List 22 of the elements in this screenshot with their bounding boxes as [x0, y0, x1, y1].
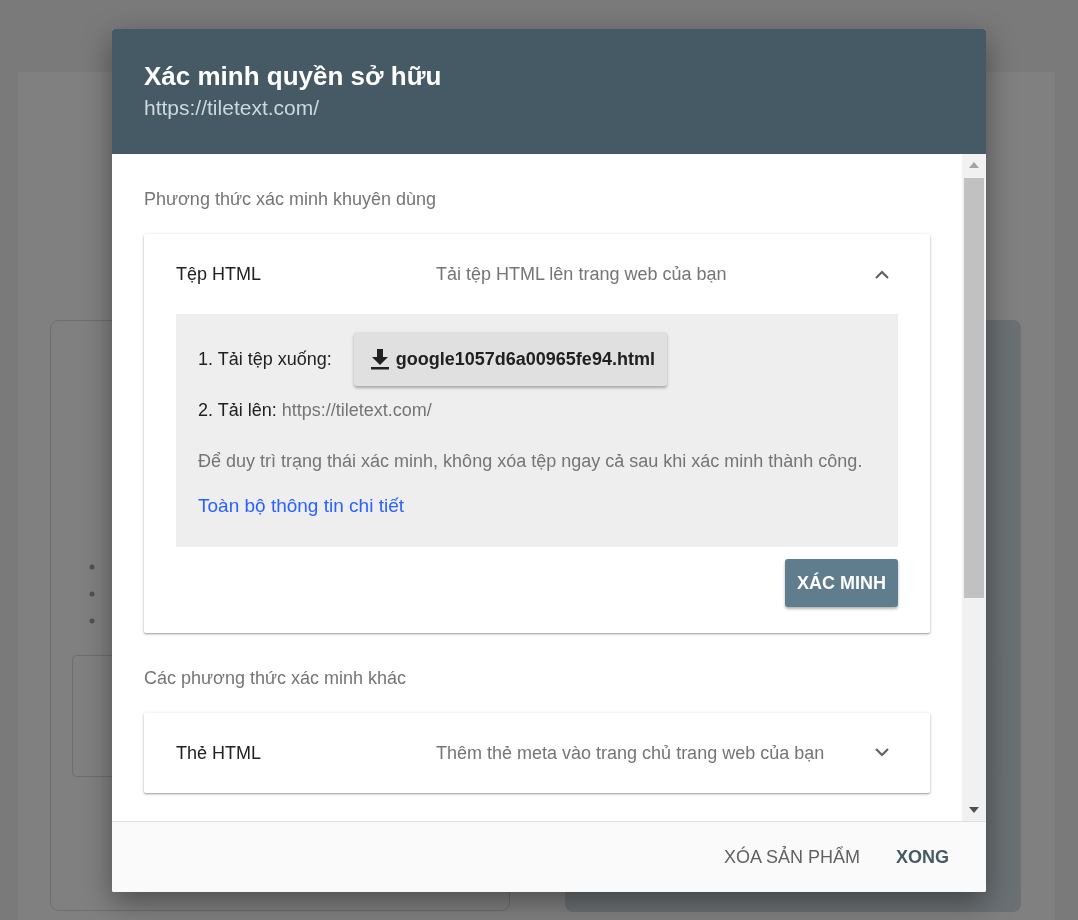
verify-button[interactable]: XÁC MINH: [785, 559, 898, 608]
scroll-down-icon[interactable]: [969, 807, 979, 814]
delete-button[interactable]: XÓA SẢN PHẨM: [708, 836, 875, 878]
section-heading: Phương thức xác minh khuyên dùng: [144, 189, 438, 211]
step-label: 2. Tải lên:: [198, 400, 277, 421]
chevron-up-icon[interactable]: [874, 269, 890, 280]
done-button[interactable]: XONG: [881, 836, 964, 878]
dialog-title: Xác minh quyền sở hữu: [144, 61, 443, 92]
method-name: Tệp HTML: [176, 263, 263, 285]
section-heading: Các phương thức xác minh khác: [144, 668, 408, 690]
chevron-down-icon[interactable]: [874, 748, 890, 759]
url-text: https://tiletext.com/: [281, 400, 432, 421]
scrollbar-thumb[interactable]: [964, 178, 984, 599]
method-name: Thẻ HTML: [176, 742, 263, 764]
method-description: Tải tệp HTML lên trang web của bạn: [436, 263, 728, 287]
method-description: Thêm thẻ meta vào trang chủ trang web của bạn: [436, 742, 826, 766]
note-text: Để duy trì trạng thái xác minh, không xóa tệp ngay cả sau khi xác minh thành công.: [198, 450, 864, 474]
download-button[interactable]: google1057d6a00965fe94.html: [353, 332, 667, 387]
details-link[interactable]: Toàn bộ thông tin chi tiết: [198, 495, 404, 518]
step-label: 1. Tải tệp xuống:: [198, 348, 332, 370]
download-icon: [369, 348, 390, 371]
dialog-subtitle: https://tiletext.com/: [144, 96, 321, 120]
